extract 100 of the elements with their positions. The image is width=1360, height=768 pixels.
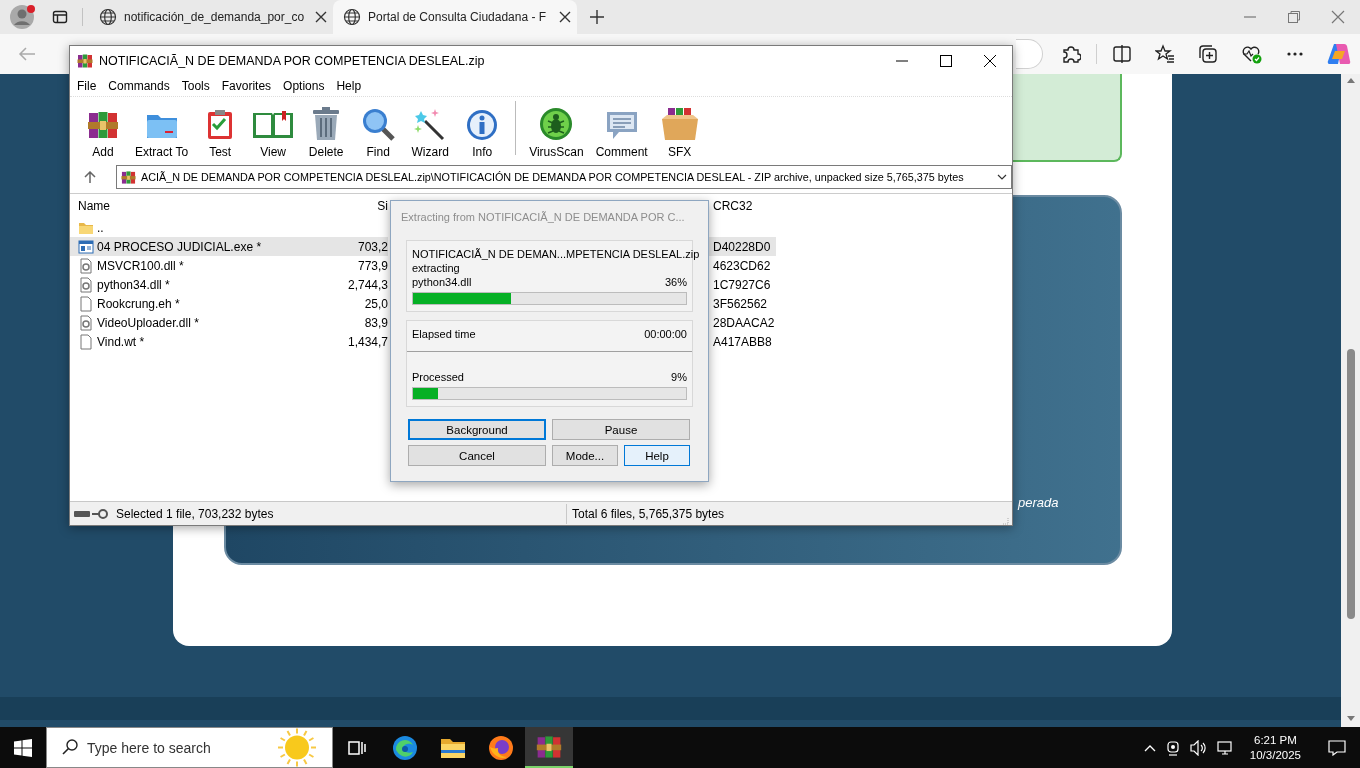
archive-books-icon[interactable] (536, 733, 562, 760)
dialog-button[interactable]: Help (624, 445, 690, 466)
clock[interactable]: 6:21 PM 10/3/2025 (1249, 732, 1301, 763)
restore-icon[interactable] (1287, 10, 1301, 24)
chevron-up-icon[interactable] (1143, 743, 1156, 752)
file-name: .. (97, 220, 104, 235)
collections-icon[interactable] (1198, 44, 1218, 64)
menu-item[interactable]: Commands (102, 79, 176, 93)
copilot-icon[interactable] (1327, 42, 1351, 66)
avatar-icon[interactable] (10, 4, 36, 30)
windows-logo-icon[interactable] (14, 738, 32, 757)
dialog-button[interactable]: Background (408, 419, 546, 440)
file-crc: D40228D0 (706, 237, 776, 256)
menu-item[interactable]: Favorites (215, 79, 278, 93)
toolbar-button[interactable]: Info (457, 109, 508, 159)
info-icon (466, 109, 499, 141)
archive-books-icon (121, 169, 136, 185)
file-name-cell[interactable]: Rookcrung.eh * (70, 294, 327, 313)
toolbar-button[interactable]: Comment (590, 109, 653, 159)
status-text: Total 6 files, 5,765,375 bytes (572, 506, 725, 521)
file-name-cell[interactable]: python34.dll * (70, 275, 327, 294)
column-header[interactable]: Si (327, 199, 388, 213)
toolbar-button[interactable]: View (247, 109, 300, 159)
menu-item[interactable]: File (71, 79, 103, 93)
scroll-thumb[interactable] (1346, 349, 1355, 619)
search-field[interactable]: Type here to search (46, 727, 333, 768)
tab-title: notificación_de_demanda_por_co (124, 10, 305, 24)
toolbar-button[interactable]: Add (78, 109, 128, 159)
browser-tab[interactable]: Portal de Consulta Ciudadana - F (333, 0, 577, 34)
path-field[interactable]: ACIÃ_N DE DEMANDA POR COMPETENCIA DESLEAL.zip\NOTIFICACIÓN DE DEMANDA POR COMPETENCIA DESLEAL - ZIP archive, unpacked size 5,765,375 bytes (116, 165, 1012, 189)
puzzle-icon[interactable] (1061, 44, 1081, 64)
file-name-cell[interactable]: VideoUploader.dll * (70, 313, 327, 332)
column-header[interactable]: Name (70, 199, 327, 213)
scrollbar[interactable] (1341, 74, 1360, 727)
file-size: 1,434,7 (346, 333, 388, 351)
file-crc: 4623CD62 (712, 257, 772, 275)
close-icon[interactable] (559, 11, 571, 23)
dialog-button[interactable]: Cancel (408, 445, 546, 466)
maximize-icon[interactable] (940, 55, 952, 67)
browser-tab[interactable]: notificación_de_demanda_por_co (89, 0, 333, 34)
percent-text: 36% (664, 275, 687, 289)
archive-books-icon (87, 109, 119, 141)
heart-check-icon[interactable] (1241, 44, 1263, 64)
current-file: python34.dll (412, 275, 472, 289)
camera-icon[interactable] (1164, 739, 1181, 756)
file-name-cell[interactable]: Vind.wt * (70, 332, 327, 351)
scroll-up-icon[interactable] (1346, 78, 1355, 83)
dialog-button[interactable]: Mode... (552, 445, 618, 466)
toolbar-button[interactable]: Extract To (130, 109, 194, 159)
document-icon (78, 333, 94, 350)
dialog-title: Extracting from NOTIFICACIÃ_N DE DEMANDA POR C... (401, 209, 685, 225)
close-icon[interactable] (315, 11, 327, 23)
file-size: 2,744,3 (346, 276, 388, 294)
toolbar-button[interactable]: Test (195, 109, 246, 159)
scroll-down-icon[interactable] (1346, 716, 1355, 721)
box-icon (659, 107, 700, 141)
notification-icon[interactable] (1328, 739, 1346, 756)
dropdown-icon[interactable] (997, 174, 1007, 180)
status-text: Selected 1 file, 703,232 bytes (116, 506, 275, 521)
globe-icon (99, 8, 117, 26)
speaker-icon[interactable] (1189, 739, 1208, 756)
file-crc: 28DAACA2 (712, 314, 776, 332)
toolbar-button[interactable]: SFX (654, 107, 705, 159)
book-icon (252, 109, 295, 141)
taskbar-app[interactable] (525, 727, 573, 768)
archive-books-icon (77, 53, 93, 69)
file-name-cell[interactable]: 04 PROCESO JUDICIAL.exe * (70, 237, 327, 256)
toolbar-button[interactable]: VirusScan (524, 107, 589, 159)
toolbar-button[interactable]: Wizard (405, 107, 456, 159)
elapsed-time: 00:00:00 (644, 327, 687, 341)
file-size: 25,0 (363, 295, 388, 313)
file-name: Rookcrung.eh * (97, 296, 180, 311)
edge-browser-icon[interactable] (392, 734, 418, 761)
file-name: Vind.wt * (97, 334, 145, 349)
favorites-icon[interactable] (1155, 44, 1175, 64)
up-arrow-icon[interactable] (84, 171, 96, 183)
tab-actions-icon[interactable] (52, 9, 68, 25)
file-name-cell[interactable]: MSVCR100.dll * (70, 256, 327, 275)
key-icon (92, 508, 108, 519)
menu-item[interactable]: Tools (175, 79, 216, 93)
more-icon[interactable] (1286, 51, 1304, 57)
bug-icon (539, 107, 574, 141)
fox-browser-icon[interactable] (488, 734, 514, 761)
globe-icon (343, 8, 361, 26)
split-screen-icon[interactable] (1112, 44, 1132, 64)
processed-label: Processed (412, 370, 464, 384)
dialog-button[interactable]: Pause (552, 419, 690, 440)
page-text: perada (1018, 495, 1059, 510)
close-icon[interactable] (984, 55, 996, 67)
file-name-cell[interactable]: .. (70, 218, 327, 237)
column-header[interactable]: CRC32 (706, 199, 776, 213)
menu-item[interactable]: Help (330, 79, 368, 93)
toolbar-button[interactable]: Delete (301, 107, 352, 159)
new-tab-icon[interactable] (589, 9, 605, 25)
resize-grip-icon[interactable] (1001, 517, 1009, 525)
network-icon[interactable] (1216, 739, 1235, 756)
toolbar-button[interactable]: Find (353, 107, 404, 159)
menu-item[interactable]: Options (277, 79, 331, 93)
file-crc: 1C7927C6 (712, 276, 772, 294)
file-name: 04 PROCESO JUDICIAL.exe * (97, 239, 262, 254)
